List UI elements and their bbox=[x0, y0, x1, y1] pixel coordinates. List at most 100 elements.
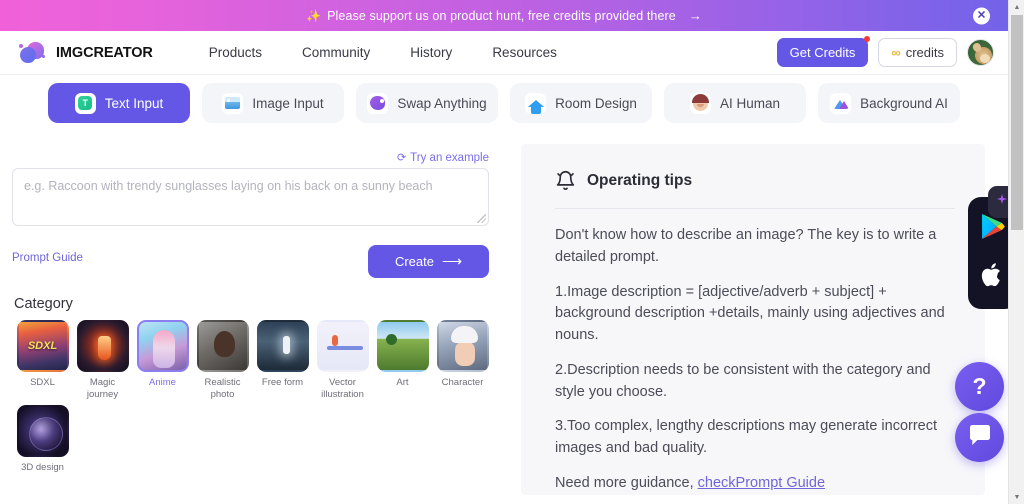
mode-tabs: T Text Input Image Input Swap Anything R… bbox=[0, 83, 1008, 123]
tab-swap-anything[interactable]: Swap Anything bbox=[356, 83, 498, 123]
tab-image-input[interactable]: Image Input bbox=[202, 83, 344, 123]
category-item-art[interactable]: Art bbox=[373, 320, 432, 401]
tab-text-input[interactable]: T Text Input bbox=[48, 83, 190, 123]
chat-fab-button[interactable] bbox=[955, 413, 1004, 462]
promo-banner[interactable]: ✨ Please support us on product hunt, fre… bbox=[0, 0, 1008, 31]
category-label-character: Character bbox=[441, 377, 484, 388]
category-label-anime: Anime bbox=[149, 377, 176, 388]
question-mark-icon: ? bbox=[972, 373, 987, 399]
category-item-character[interactable]: Character bbox=[433, 320, 492, 401]
tab-ai-human[interactable]: AI Human bbox=[664, 83, 806, 123]
try-an-example-label: Try an example bbox=[410, 151, 489, 164]
operating-tips-header: Operating tips bbox=[555, 170, 955, 191]
tab-background-ai[interactable]: Background AI bbox=[818, 83, 960, 123]
category-label-3d-design: 3D design bbox=[21, 462, 64, 473]
tips-footer-prefix: Need more guidance, bbox=[555, 474, 698, 491]
brand-name: IMGCREATOR bbox=[56, 44, 153, 61]
category-thumb-magic-journey bbox=[76, 320, 129, 372]
tips-paragraph-0: Don't know how to describe an image? The… bbox=[555, 227, 937, 265]
nav-item-products[interactable]: Products bbox=[189, 45, 282, 60]
promo-banner-message: Please support us on product hunt, free … bbox=[327, 8, 676, 23]
tab-background-ai-label: Background AI bbox=[860, 95, 948, 111]
nav-item-resources[interactable]: Resources bbox=[472, 45, 577, 60]
category-label-free-form: Free form bbox=[261, 377, 304, 388]
swap-anything-icon bbox=[367, 92, 389, 114]
category-thumb-vector-illustration bbox=[316, 320, 369, 372]
tab-ai-human-label: AI Human bbox=[719, 95, 781, 111]
prompt-textarea[interactable]: e.g. Raccoon with trendy sunglasses layi… bbox=[12, 168, 489, 226]
tab-text-input-label: Text Input bbox=[104, 95, 164, 111]
create-button-label: Create bbox=[394, 254, 434, 269]
background-ai-icon bbox=[830, 92, 852, 114]
room-design-icon bbox=[525, 92, 547, 114]
promo-banner-text: ✨ Please support us on product hunt, fre… bbox=[306, 8, 702, 23]
scroll-up-arrow-icon[interactable]: ▲ bbox=[1009, 0, 1024, 14]
tips-paragraph-2: 2.Description needs to be consistent wit… bbox=[555, 361, 931, 400]
scrollbar-thumb[interactable] bbox=[1011, 15, 1023, 230]
get-credits-label: Get Credits bbox=[789, 45, 856, 60]
nav-item-history[interactable]: History bbox=[390, 45, 472, 60]
apple-icon[interactable] bbox=[981, 261, 1005, 294]
operating-tips-panel: Operating tips Don't know how to describ… bbox=[521, 144, 985, 495]
tips-paragraph-1: 1.Image description = [adjective/adverb … bbox=[555, 283, 945, 344]
category-item-vector-illustration[interactable]: Vector illustration bbox=[313, 320, 372, 401]
category-thumb-art bbox=[376, 320, 429, 372]
tips-footer: Need more guidance, checkPrompt Guide bbox=[555, 473, 955, 495]
category-label-art: Art bbox=[396, 377, 409, 388]
operating-tips-body: Don't know how to describe an image? The… bbox=[555, 225, 955, 495]
divider bbox=[555, 208, 955, 209]
credits-label: credits bbox=[905, 45, 944, 60]
tab-room-design[interactable]: Room Design bbox=[510, 83, 652, 123]
infinity-icon: ∞ bbox=[891, 45, 900, 60]
logo-icon bbox=[18, 41, 48, 64]
text-input-icon: T bbox=[74, 92, 96, 114]
category-thumb-anime bbox=[136, 320, 189, 372]
refresh-icon: ⟳ bbox=[396, 152, 407, 164]
category-label-vector-illustration: Vector illustration bbox=[321, 377, 364, 400]
prompt-guide-link[interactable]: Prompt Guide bbox=[12, 252, 83, 264]
ai-human-icon bbox=[689, 92, 711, 114]
category-label-magic-journey: Magic journey bbox=[86, 377, 119, 400]
category-item-realistic-photo[interactable]: Realistic photo bbox=[193, 320, 252, 401]
tab-image-input-label: Image Input bbox=[252, 95, 324, 111]
prompt-placeholder: e.g. Raccoon with trendy sunglasses layi… bbox=[24, 179, 433, 193]
credits-balance-pill[interactable]: ∞ credits bbox=[878, 38, 957, 67]
category-label-sdxl: SDXL bbox=[30, 377, 55, 388]
category-thumb-realistic-photo bbox=[196, 320, 249, 372]
site-header: IMGCREATOR Products Community History Re… bbox=[0, 31, 1008, 75]
brand-logo[interactable]: IMGCREATOR bbox=[18, 41, 153, 64]
operating-tips-title: Operating tips bbox=[587, 171, 693, 189]
arrow-right-icon: → bbox=[688, 8, 702, 23]
bell-icon bbox=[555, 170, 576, 191]
notification-dot-icon bbox=[864, 36, 871, 42]
tab-room-design-label: Room Design bbox=[555, 95, 637, 111]
category-thumb-sdxl bbox=[16, 320, 69, 372]
prompt-guide-link[interactable]: checkPrompt Guide bbox=[698, 475, 825, 491]
category-thumb-character bbox=[436, 320, 489, 372]
category-grid: SDXL Magic journey Anime Realistic photo… bbox=[13, 320, 513, 401]
create-button[interactable]: Create ⟶ bbox=[368, 245, 489, 278]
category-item-sdxl[interactable]: SDXL bbox=[13, 320, 72, 401]
scroll-down-arrow-icon[interactable]: ▼ bbox=[1009, 490, 1024, 504]
category-thumb-free-form bbox=[256, 320, 309, 372]
category-item-anime[interactable]: Anime bbox=[133, 320, 192, 401]
image-input-icon bbox=[222, 92, 244, 114]
category-item-free-form[interactable]: Free form bbox=[253, 320, 312, 401]
chat-bubble-icon bbox=[968, 424, 992, 452]
category-heading: Category bbox=[14, 296, 73, 312]
editor-panel: ⟳ Try an example e.g. Raccoon with trend… bbox=[0, 140, 520, 504]
page-scrollbar[interactable]: ▲ ▼ bbox=[1008, 0, 1024, 504]
try-an-example-button[interactable]: ⟳ Try an example bbox=[396, 151, 489, 165]
category-item-magic-journey[interactable]: Magic journey bbox=[73, 320, 132, 401]
nav-item-community[interactable]: Community bbox=[282, 45, 390, 60]
main-nav: Products Community History Resources bbox=[189, 45, 577, 60]
arrow-right-icon: ⟶ bbox=[441, 253, 463, 269]
avatar[interactable] bbox=[967, 39, 994, 66]
resize-handle[interactable] bbox=[477, 214, 486, 223]
category-label-realistic-photo: Realistic photo bbox=[204, 377, 241, 400]
close-icon[interactable]: ✕ bbox=[973, 7, 990, 24]
get-credits-button[interactable]: Get Credits bbox=[776, 36, 871, 67]
help-fab-button[interactable]: ? bbox=[955, 362, 1004, 411]
category-item-3d-design[interactable]: 3D design bbox=[13, 405, 72, 474]
tab-swap-anything-label: Swap Anything bbox=[397, 95, 487, 111]
